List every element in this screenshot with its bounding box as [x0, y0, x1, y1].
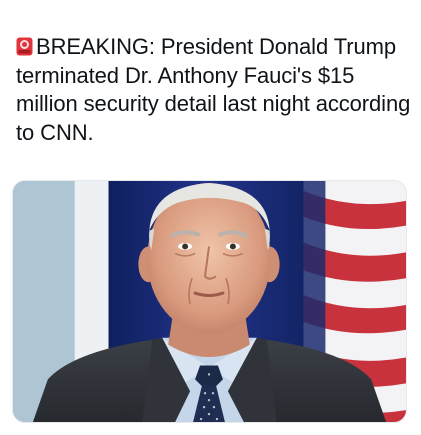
post-media-photo[interactable] [12, 180, 407, 423]
police-car-light-icon [16, 35, 33, 56]
post-text: BREAKING: President Donald Trump termina… [16, 33, 411, 147]
portrait-photo [13, 181, 406, 422]
post-text-prefix: BREAKING: President Donald [36, 34, 329, 59]
post-container: BREAKING: President Donald Trump termina… [0, 0, 421, 435]
